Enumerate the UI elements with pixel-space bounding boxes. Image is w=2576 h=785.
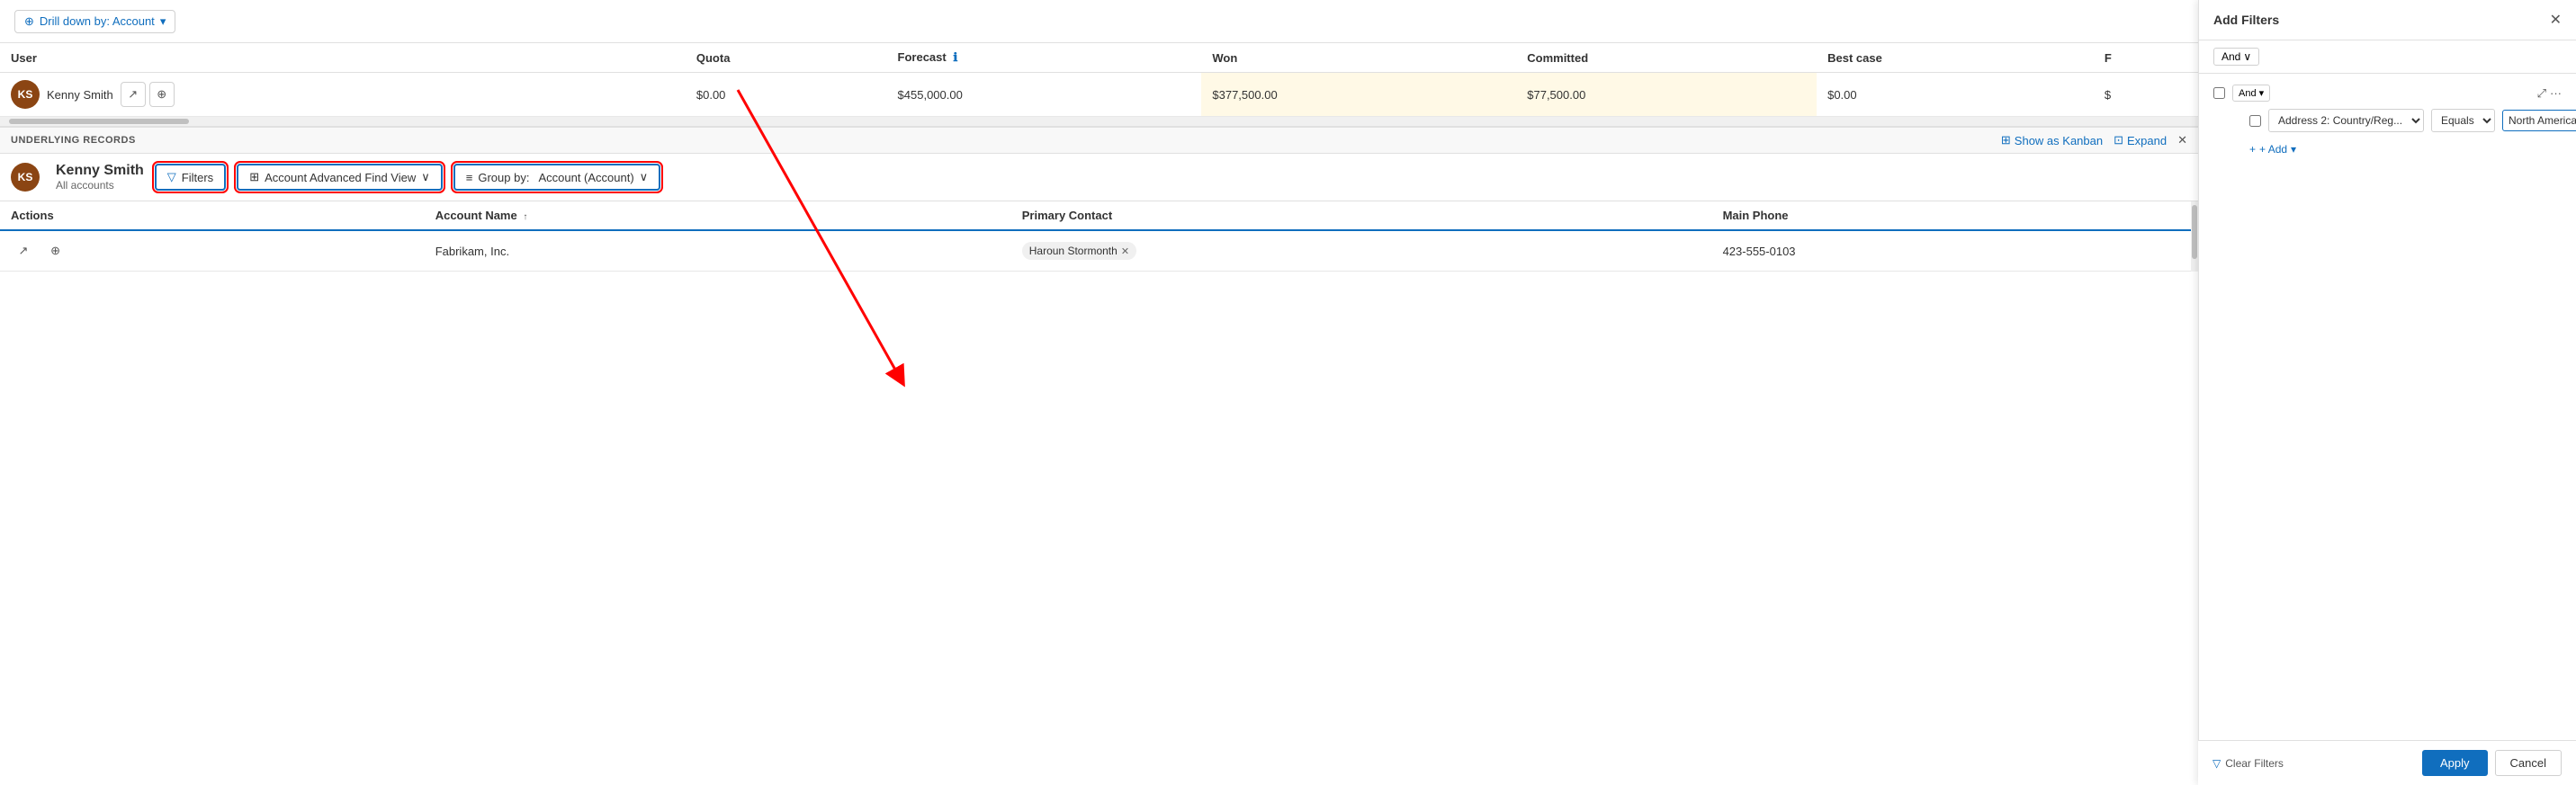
filters-button[interactable]: ▽ Filters (155, 164, 226, 191)
drill-down-button[interactable]: ⊕ Drill down by: Account ▾ (14, 10, 175, 33)
panel-title: Add Filters (2213, 13, 2279, 27)
field-select[interactable]: Address 2: Country/Reg... (2268, 109, 2424, 132)
records-user-details: Kenny Smith All accounts (56, 163, 144, 192)
show-as-kanban-button[interactable]: ⊞ Show as Kanban (2001, 133, 2103, 147)
main-content: ⊕ Drill down by: Account ▾ User Quota Fo… (0, 0, 2198, 272)
col-quota: Quota (686, 43, 887, 73)
user-cell: KS Kenny Smith ↗ ⊕ (0, 73, 686, 117)
underlying-header: UNDERLYING RECORDS ⊞ Show as Kanban ⊡ Ex… (0, 128, 2198, 154)
primary-contact-cell: Haroun Stormonth ✕ (1011, 230, 1712, 272)
v-scroll-thumb (2192, 205, 2197, 259)
records-user-info: KS Kenny Smith All accounts (11, 163, 144, 192)
value-input[interactable] (2502, 110, 2576, 131)
records-header-row: Actions Account Name ↑ Primary Contact M… (0, 201, 2198, 230)
clear-filters-button[interactable]: ▽ Clear Filters (2212, 757, 2284, 770)
and-operator-button[interactable]: And ∨ (2213, 48, 2259, 66)
sub-filter-checkbox[interactable] (2249, 115, 2261, 127)
apply-button[interactable]: Apply (2422, 750, 2488, 776)
panel-header: Add Filters ✕ (2199, 0, 2576, 40)
group-by-button[interactable]: ≡ Group by: Account (Account) ∨ (453, 164, 660, 191)
records-table-container: Actions Account Name ↑ Primary Contact M… (0, 201, 2198, 272)
operator-select[interactable]: Equals (2431, 109, 2495, 132)
more-options-button[interactable]: ··· (2550, 86, 2562, 101)
user-name-cell: Kenny Smith (47, 88, 113, 102)
table-row: ↗ ⊕ Fabrikam, Inc. Haroun Stormonth ✕ 42… (0, 230, 2198, 272)
expand-icon: ⊡ (2114, 133, 2123, 147)
extra-cell: $ (2094, 73, 2198, 117)
h-scrollbar[interactable] (0, 117, 2198, 126)
row-open-button[interactable]: ↗ (11, 238, 36, 263)
user-avatar: KS (11, 80, 40, 109)
sort-icon: ↑ (523, 212, 527, 222)
v-scrollbar[interactable] (2191, 201, 2198, 272)
best-case-cell: $0.00 (1817, 73, 2094, 117)
expand-buttons: ⤢ ··· (2537, 86, 2562, 101)
col-primary-contact: Primary Contact (1011, 201, 1712, 230)
close-panel-button[interactable]: ✕ (2550, 11, 2562, 29)
col-user: User (0, 43, 686, 73)
underlying-section: UNDERLYING RECORDS ⊞ Show as Kanban ⊡ Ex… (0, 126, 2198, 272)
col-committed: Committed (1516, 43, 1817, 73)
target-icon-button[interactable]: ⊕ (149, 82, 175, 107)
col-won: Won (1201, 43, 1516, 73)
h-scroll-thumb (9, 119, 189, 124)
globe-icon: ⊕ (24, 14, 34, 29)
close-underlying-button[interactable]: ✕ (2177, 133, 2187, 147)
remove-contact-button[interactable]: ✕ (1121, 245, 1129, 257)
forecast-table-container: User Quota Forecast ℹ Won Committed Best… (0, 43, 2198, 117)
panel-and-bar: And ∨ (2199, 40, 2576, 74)
kanban-icon: ⊞ (2001, 133, 2011, 147)
add-sub-filter-button[interactable]: + + Add ▾ (2249, 139, 2296, 159)
filter-group-checkbox[interactable] (2213, 87, 2225, 99)
forecast-info-icon: ℹ (953, 50, 957, 64)
records-user-name: Kenny Smith (56, 163, 144, 179)
forecast-cell: $455,000.00 (887, 73, 1202, 117)
quota-cell: $0.00 (686, 73, 887, 117)
group-icon: ≡ (466, 171, 473, 184)
col-extra: F (2094, 43, 2198, 73)
filter-group-row: And ▾ ⤢ ··· (2213, 85, 2562, 102)
sub-filter-row: Address 2: Country/Reg... Equals ✓ (2249, 109, 2562, 132)
panel-body: And ▾ ⤢ ··· Address 2: Country/Reg... Eq… (2199, 74, 2576, 751)
actions-cell: ↗ ⊕ (0, 230, 425, 272)
contact-tag: Haroun Stormonth ✕ (1022, 242, 1136, 260)
underlying-title: UNDERLYING RECORDS (11, 135, 136, 146)
records-user-avatar: KS (11, 163, 40, 192)
filter-icon: ▽ (167, 170, 176, 184)
top-bar: ⊕ Drill down by: Account ▾ (0, 0, 2198, 43)
col-best-case: Best case (1817, 43, 2094, 73)
records-user-sub: All accounts (56, 179, 144, 192)
add-filters-panel: Add Filters ✕ And ∨ And ▾ ⤢ ··· Address … (2198, 0, 2576, 785)
forecast-header-row: User Quota Forecast ℹ Won Committed Best… (0, 43, 2198, 73)
share-icon-button[interactable]: ↗ (121, 82, 146, 107)
view-select-button[interactable]: ⊞ Account Advanced Find View ∨ (237, 164, 443, 191)
records-table: Actions Account Name ↑ Primary Contact M… (0, 201, 2198, 272)
committed-cell: $77,500.00 (1516, 73, 1817, 117)
underlying-actions: ⊞ Show as Kanban ⊡ Expand ✕ (2001, 133, 2187, 147)
col-main-phone: Main Phone (1712, 201, 2198, 230)
cancel-button[interactable]: Cancel (2495, 750, 2562, 776)
expand-button[interactable]: ⊡ Expand (2114, 133, 2167, 147)
forecast-table: User Quota Forecast ℹ Won Committed Best… (0, 43, 2198, 117)
bottom-action-buttons: Apply Cancel (2422, 750, 2562, 776)
main-phone-cell: 423-555-0103 (1712, 230, 2198, 272)
records-toolbar: KS Kenny Smith All accounts ▽ Filters ⊞ … (0, 154, 2198, 201)
forecast-data-row: KS Kenny Smith ↗ ⊕ $0.00 $455,000.00 $37… (0, 73, 2198, 117)
and-badge-button[interactable]: And ▾ (2232, 85, 2270, 102)
row-target-button[interactable]: ⊕ (43, 238, 68, 263)
account-name-cell: Fabrikam, Inc. (425, 230, 1011, 272)
col-forecast: Forecast ℹ (887, 43, 1202, 73)
col-account-name: Account Name ↑ (425, 201, 1011, 230)
won-cell: $377,500.00 (1201, 73, 1516, 117)
grid-icon: ⊞ (249, 170, 259, 184)
expand-icon-button[interactable]: ⤢ (2537, 86, 2546, 101)
panel-bottom-bar: ▽ Clear Filters Apply Cancel (2198, 740, 2576, 785)
col-actions: Actions (0, 201, 425, 230)
